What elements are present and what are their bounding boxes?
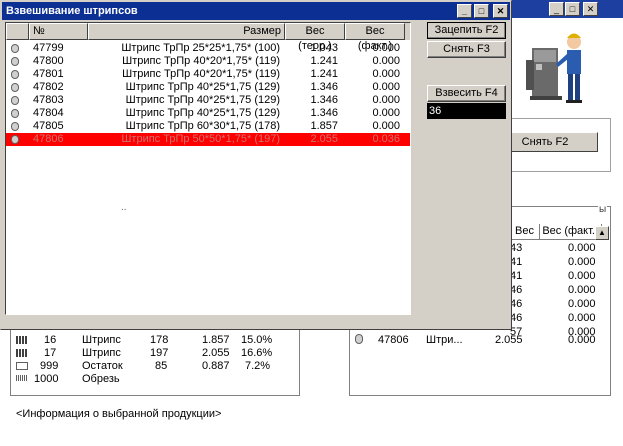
table-row[interactable]: 47799 Штрипс ТрПр 25*25*1,75* (100) 1.04…	[6, 42, 410, 55]
background-col-fact[interactable]: Вес (факт.)	[540, 224, 602, 240]
table-row[interactable]: 47802 Штрипс ТрПр 40*25*1,75 (129) 1.346…	[6, 81, 410, 94]
background-titlebar: _ □ ✕	[505, 0, 623, 18]
dialog-title: Взвешивание штрипсов	[6, 5, 138, 17]
row-status-icon	[355, 334, 363, 344]
strips-table-header: № Размер Вес (теор.) Вес (факт.)	[6, 23, 410, 52]
row-status-icon	[11, 83, 19, 92]
table-row[interactable]: 1000 Обрезь	[14, 373, 294, 386]
grid-dots: ..	[121, 202, 127, 213]
remove-button[interactable]: Снять F3	[427, 41, 506, 58]
table-row[interactable]: 17 Штрипс 197 2.055 16.6%	[14, 347, 294, 360]
weighing-dialog: Взвешивание штрипсов _ □ ✕ № Размер Вес …	[0, 0, 512, 330]
dialog-maximize-button[interactable]: □	[474, 4, 489, 18]
column-header-number[interactable]: №	[29, 23, 88, 40]
remainder-icon	[16, 362, 28, 370]
background-minimize-button[interactable]: _	[549, 2, 564, 16]
row-status-icon	[11, 70, 19, 79]
table-row[interactable]: 47804 Штрипс ТрПр 40*25*1,75 (129) 1.346…	[6, 107, 410, 120]
row-status-icon	[11, 109, 19, 118]
row-status-icon	[11, 57, 19, 66]
background-scroll-up-arrow[interactable]: ▲	[595, 226, 609, 240]
background-col-weight[interactable]: Вес	[510, 224, 540, 240]
bar-icon	[16, 336, 28, 344]
table-row[interactable]: 47806 Штри... 2.055 0.000	[352, 333, 602, 347]
background-close-button[interactable]: ✕	[583, 2, 598, 16]
row-status-icon	[11, 122, 19, 131]
dialog-close-button[interactable]: ✕	[493, 4, 508, 18]
weight-input[interactable]: 36	[427, 103, 506, 119]
weigh-button[interactable]: Взвесить F4	[427, 85, 506, 102]
column-header-icon[interactable]	[6, 23, 29, 40]
column-header-theor-weight[interactable]: Вес (теор.)	[285, 23, 345, 52]
column-header-size[interactable]: Размер	[88, 23, 285, 40]
table-row[interactable]: 999 Остаток 85 0.887 7.2%	[14, 360, 294, 373]
bar-icon	[16, 349, 28, 357]
table-row[interactable]: 47805 Штрипс ТрПр 60*30*1,75 (178) 1.857…	[6, 120, 410, 133]
background-maximize-button[interactable]: □	[565, 2, 580, 16]
background-group-caption: ы	[598, 204, 608, 215]
row-status-icon	[11, 135, 19, 144]
row-status-icon	[11, 96, 19, 105]
table-row[interactable]: 47803 Штрипс ТрПр 40*25*1,75 (129) 1.346…	[6, 94, 410, 107]
dialog-minimize-button[interactable]: _	[457, 4, 472, 18]
table-row[interactable]: 16 Штрипс 178 1.857 15.0%	[14, 334, 294, 347]
dialog-titlebar: Взвешивание штрипсов _ □ ✕	[2, 2, 510, 20]
table-row-selected[interactable]: 47806 Штрипс ТрПр 50*50*1,75* (197) 2.05…	[6, 133, 410, 146]
table-row[interactable]: 47800 Штрипс ТрПр 40*20*1,75* (119) 1.24…	[6, 55, 410, 68]
row-status-icon	[11, 44, 19, 53]
worker-illustration-icon	[526, 33, 582, 103]
strips-table: № Размер Вес (теор.) Вес (факт.) 47799 Ш…	[5, 22, 411, 315]
product-info-label: <Информация о выбранной продукции>	[16, 408, 222, 420]
column-header-fact-weight[interactable]: Вес (факт.)	[345, 23, 405, 52]
hook-button[interactable]: Зацепить F2	[427, 22, 506, 39]
table-row[interactable]: 47801 Штрипс ТрПр 40*20*1,75* (119) 1.24…	[6, 68, 410, 81]
scrap-icon	[16, 375, 28, 381]
